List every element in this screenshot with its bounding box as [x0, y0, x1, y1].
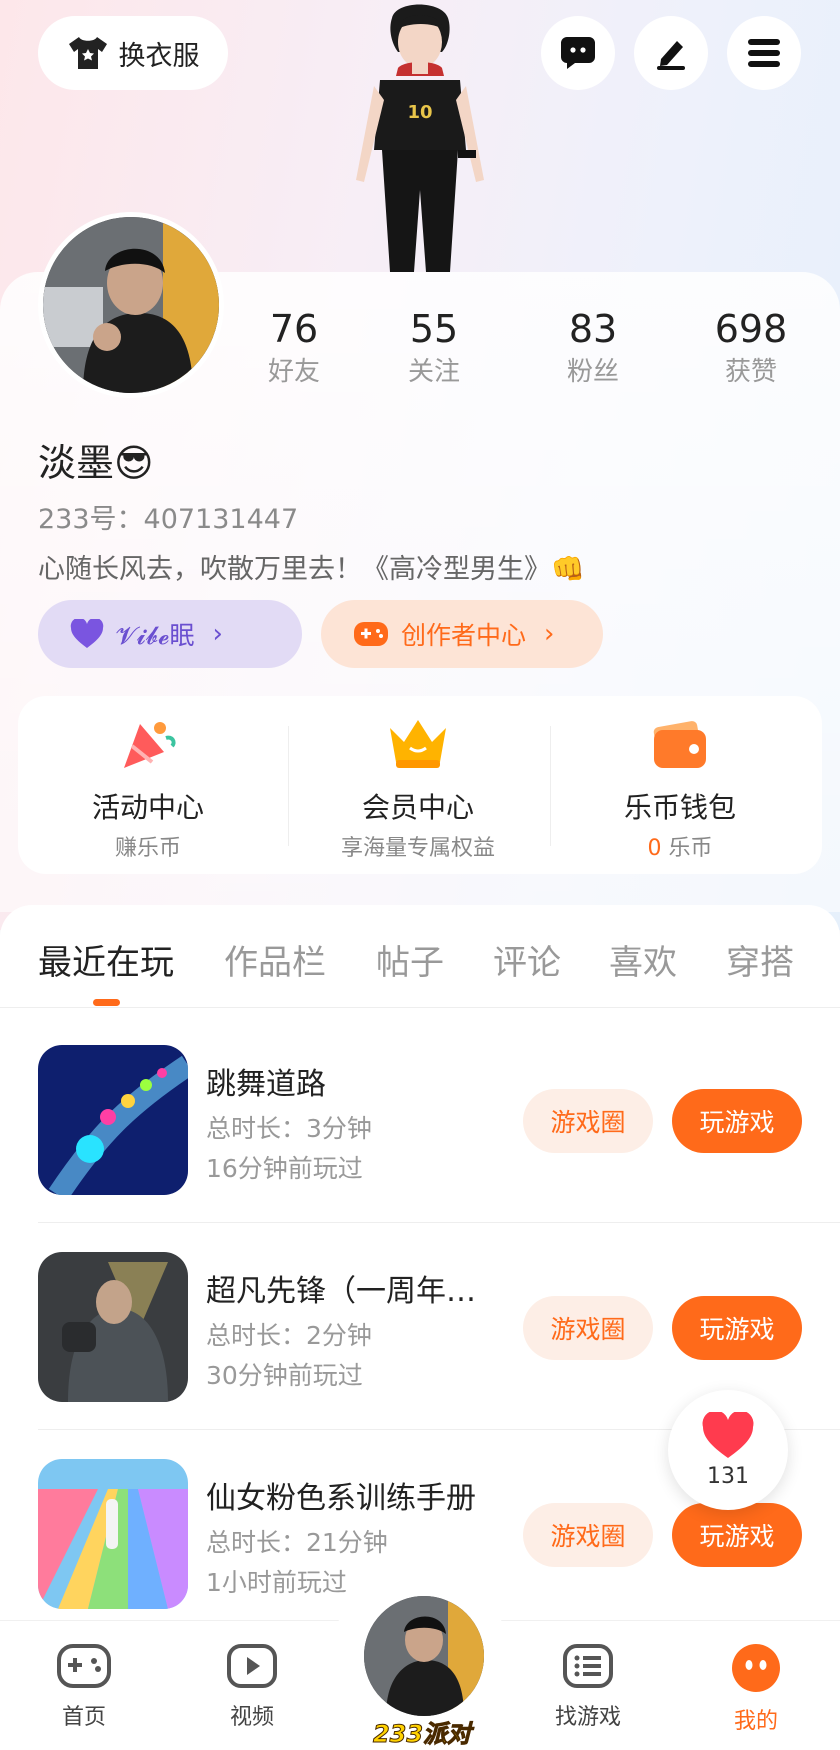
profile-bio: 心随长风去，吹散万里去！《高冷型男生》👊 [38, 554, 585, 585]
nav-home-label: 首页 [61, 1705, 106, 1730]
stat-friends-count: 76 [269, 307, 319, 351]
row-divider [38, 1222, 840, 1223]
game-icon [38, 1459, 188, 1609]
gamepad-icon [57, 1644, 111, 1688]
activity-center[interactable]: 活动中心 赚乐币 [18, 696, 278, 874]
gamepad-icon [354, 622, 388, 646]
stat-friends-label: 好友 [267, 357, 320, 387]
game-duration: 总时长：3分钟 [206, 1114, 372, 1143]
menu-icon [748, 39, 780, 67]
like-button[interactable]: 131 [668, 1390, 788, 1510]
me-icon [732, 1644, 780, 1692]
chat-button[interactable] [541, 16, 615, 90]
game-name: 超凡先锋（一周年… [206, 1274, 476, 1309]
game-duration: 总时长：2分钟 [206, 1321, 372, 1350]
tab-likes[interactable]: 喜欢 [609, 935, 677, 984]
stat-following-count: 55 [409, 307, 459, 351]
game-last-played: 16分钟前玩过 [206, 1154, 363, 1183]
nav-me-label: 我的 [733, 1709, 778, 1734]
relationship-tag-button[interactable]: 𝓥𝓲𝓫𝓮眠 › [38, 600, 302, 668]
change-outfit-button[interactable]: 换衣服 [38, 16, 228, 90]
game-circle-button[interactable]: 游戏圈 [523, 1296, 653, 1360]
chevron-right-icon: › [544, 619, 555, 649]
nav-find-games-label: 找游戏 [554, 1705, 621, 1730]
game-last-played: 30分钟前玩过 [206, 1361, 363, 1390]
membership-center[interactable]: 会员中心 享海量专属权益 [288, 696, 548, 874]
profile-uid: 233号：407131447 [38, 504, 299, 535]
tab-posts[interactable]: 帖子 [376, 935, 444, 984]
crown-icon [390, 720, 446, 768]
game-last-played: 1小时前玩过 [206, 1568, 347, 1597]
tab-divider [0, 1007, 840, 1008]
avatar-figure[interactable]: 10 [330, 0, 510, 272]
stat-fans-count: 83 [568, 307, 618, 351]
game-icon [38, 1252, 188, 1402]
game-name: 跳舞道路 [206, 1067, 326, 1102]
tab-comments[interactable]: 评论 [493, 935, 561, 984]
tab-active-indicator [93, 999, 120, 1006]
party-avatar [364, 1596, 484, 1716]
stat-likes[interactable]: 698 获赞 [686, 306, 816, 392]
coin-wallet[interactable]: 乐币钱包 0 乐币 [550, 696, 810, 874]
party-popper-icon [124, 722, 176, 768]
edit-profile-button[interactable] [634, 16, 708, 90]
membership-center-sub: 享海量专属权益 [340, 836, 495, 861]
game-duration: 总时长：21分钟 [206, 1528, 388, 1557]
heart-icon [702, 1412, 754, 1458]
game-name: 仙女粉色系训练手册 [206, 1481, 476, 1516]
list-item[interactable]: 超凡先锋（一周年… 总时长：2分钟 30分钟前玩过 游戏圈 玩游戏 [38, 1252, 802, 1402]
nav-find-games[interactable]: 找游戏 [528, 1643, 648, 1731]
tab-outfits[interactable]: 穿搭 [726, 935, 794, 984]
change-outfit-label: 换衣服 [118, 40, 200, 72]
list-icon [563, 1644, 613, 1688]
relationship-tag-label: 𝓥𝓲𝓫𝓮眠 [116, 621, 195, 650]
creator-center-button[interactable]: 创作者中心 › [321, 600, 603, 668]
stat-following-label: 关注 [407, 357, 460, 387]
chevron-right-icon: › [212, 619, 223, 649]
stat-following[interactable]: 55 关注 [369, 306, 499, 392]
nav-video[interactable]: 视频 [192, 1643, 312, 1731]
stat-likes-label: 获赞 [724, 357, 777, 387]
creator-center-label: 创作者中心 [401, 621, 527, 650]
edit-icon [657, 41, 685, 70]
stat-likes-count: 698 [714, 307, 788, 351]
play-game-button[interactable]: 玩游戏 [672, 1089, 802, 1153]
game-circle-button[interactable]: 游戏圈 [523, 1089, 653, 1153]
nav-party-label: 233派对 [372, 1720, 472, 1749]
nav-home[interactable]: 首页 [24, 1643, 144, 1731]
avatar[interactable] [38, 212, 224, 398]
list-item[interactable]: 跳舞道路 总时长：3分钟 16分钟前玩过 游戏圈 玩游戏 [38, 1045, 802, 1195]
stat-fans[interactable]: 83 粉丝 [528, 306, 658, 392]
play-game-button[interactable]: 玩游戏 [672, 1296, 802, 1360]
services-panel: 活动中心 赚乐币 会员中心 享海量专属权益 乐币钱包 0 乐币 [18, 696, 822, 874]
wallet-icon [653, 721, 706, 768]
chat-icon [561, 37, 595, 69]
coin-balance: 0 [647, 836, 662, 861]
coin-unit: 乐币 [661, 836, 713, 861]
membership-center-title: 会员中心 [361, 791, 474, 824]
menu-button[interactable] [727, 16, 801, 90]
nav-me[interactable]: 我的 [696, 1643, 816, 1735]
avatar-photo [43, 217, 219, 393]
stat-fans-label: 粉丝 [566, 357, 619, 387]
game-circle-button[interactable]: 游戏圈 [523, 1503, 653, 1567]
coin-wallet-title: 乐币钱包 [623, 791, 736, 824]
nav-party-button[interactable] [360, 1592, 488, 1720]
activity-center-sub: 赚乐币 [114, 836, 181, 861]
coin-wallet-sub: 0 乐币 [550, 830, 810, 862]
tab-recently-played[interactable]: 最近在玩 [38, 935, 174, 984]
profile-name: 淡墨😎 [38, 441, 154, 485]
nav-video-label: 视频 [229, 1705, 274, 1730]
play-game-button[interactable]: 玩游戏 [672, 1503, 802, 1567]
tab-works[interactable]: 作品栏 [224, 935, 326, 984]
svg-text:10: 10 [407, 102, 432, 123]
like-count: 131 [707, 1464, 749, 1489]
stat-friends[interactable]: 76 好友 [229, 306, 359, 392]
play-icon [227, 1644, 277, 1688]
heart-icon [70, 619, 104, 648]
game-icon [38, 1045, 188, 1195]
shirt-icon [68, 37, 107, 69]
activity-center-title: 活动中心 [91, 791, 204, 824]
